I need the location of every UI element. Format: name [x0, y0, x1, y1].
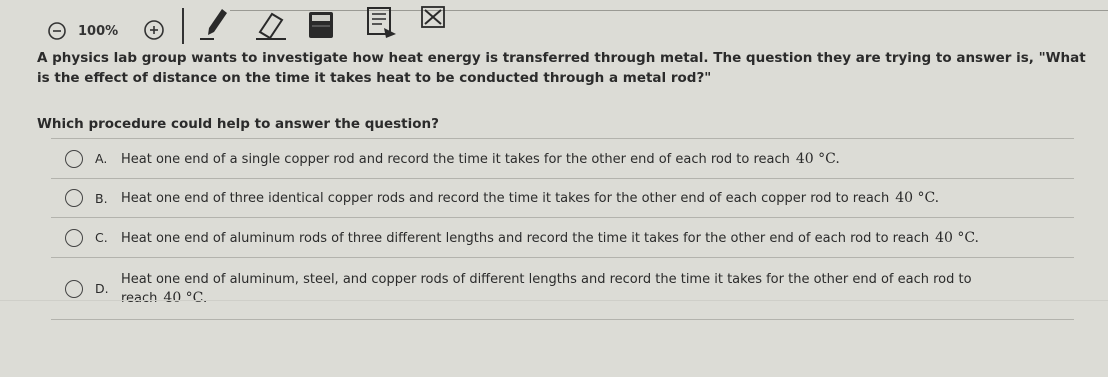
choice-a[interactable]: A. Heat one end of a single copper rod a…: [51, 139, 1074, 179]
question-text: A physics lab group wants to investigate…: [37, 50, 1086, 86]
choice-text: Heat one end of three identical copper r…: [121, 190, 940, 206]
pen-icon[interactable]: [198, 4, 236, 42]
choice-text: Heat one end of aluminum rods of three d…: [121, 229, 980, 246]
toolbar: 100%: [0, 0, 1108, 44]
zoom-level: 100%: [78, 23, 119, 39]
choice-text: Heat one end of a single copper rod and …: [121, 150, 840, 167]
radio-button-a[interactable]: [65, 149, 83, 168]
choice-letter: D.: [95, 281, 109, 296]
choice-letter: B.: [95, 190, 108, 206]
choice-letter: C.: [95, 230, 108, 245]
choice-letter: A.: [95, 151, 108, 166]
question-prompt: Which procedure could help to answer the…: [37, 116, 439, 132]
choice-b[interactable]: B. Heat one end of three identical coppe…: [51, 179, 1074, 218]
choice-d[interactable]: D. Heat one end of aluminum, steel, and …: [51, 258, 1074, 320]
page-divider: [0, 300, 1108, 301]
calculator-icon[interactable]: [306, 6, 336, 42]
zoom-in-icon[interactable]: [142, 18, 166, 42]
radio-button-c[interactable]: [65, 228, 83, 247]
close-icon[interactable]: [418, 2, 448, 32]
reference-sheet-icon[interactable]: [362, 4, 402, 42]
zoom-out-icon[interactable]: [46, 20, 68, 42]
answer-choices: A. Heat one end of a single copper rod a…: [51, 138, 1074, 320]
choice-c[interactable]: C. Heat one end of aluminum rods of thre…: [51, 218, 1074, 258]
toolbar-separator: [182, 8, 184, 44]
choice-text: Heat one end of aluminum, steel, and cop…: [121, 271, 972, 306]
radio-button-b[interactable]: [65, 189, 83, 207]
radio-button-d[interactable]: [65, 279, 83, 298]
eraser-icon[interactable]: [252, 6, 288, 42]
